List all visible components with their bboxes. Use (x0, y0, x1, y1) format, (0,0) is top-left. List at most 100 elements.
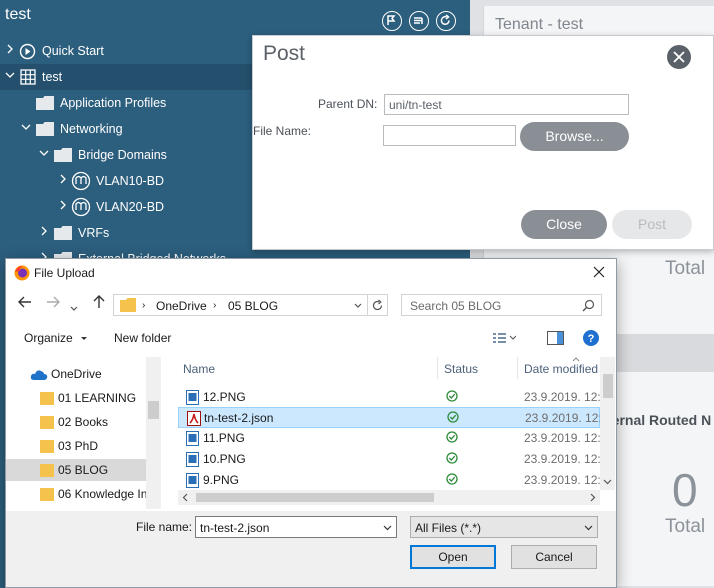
file-name: 12.PNG (203, 390, 246, 404)
column-header-name[interactable]: Name (183, 362, 215, 376)
post-button[interactable]: Post (612, 210, 692, 239)
chevron-down-icon (584, 525, 593, 531)
bridge-domain-icon (71, 171, 91, 191)
file-row[interactable]: 11.PNG 23.9.2019. 12:3 (178, 428, 607, 449)
file-date: 23.9.2019. 12:3 (525, 411, 609, 425)
svg-text:?: ? (588, 333, 595, 345)
folder-icon (40, 464, 54, 477)
folder-icon (40, 488, 54, 501)
tenant-grid-icon (20, 69, 36, 85)
folder-icon (120, 298, 136, 312)
post-dialog-title: Post (263, 42, 306, 65)
help-icon[interactable]: ? (583, 330, 599, 346)
address-bar[interactable]: › OneDrive › 05 BLOG (113, 294, 368, 316)
image-file-icon (186, 452, 199, 467)
file-name-input[interactable]: tn-test-2.json (195, 516, 397, 538)
cloud-icon (30, 370, 48, 380)
chevron-right-icon: › (142, 300, 146, 311)
tree-label: VLAN20-BD (96, 200, 165, 214)
image-file-icon (186, 431, 199, 446)
nav-item-onedrive[interactable]: OneDrive (6, 363, 146, 385)
hscrollbar-thumb[interactable] (196, 493, 434, 502)
tree-label: test (42, 70, 63, 84)
browse-button[interactable]: Browse... (520, 122, 629, 151)
scroll-down-icon[interactable] (603, 479, 612, 485)
column-divider[interactable] (437, 357, 438, 379)
breadcrumb-segment[interactable]: OneDrive (156, 299, 207, 313)
flag-icon[interactable] (382, 11, 402, 31)
file-row-selected[interactable]: tn-test-2.json 23.9.2019. 12:3 (178, 407, 608, 428)
nav-scrollbar-thumb[interactable] (148, 401, 159, 419)
column-header-status[interactable]: Status (444, 362, 478, 376)
parent-dn-label: Parent DN: (318, 97, 378, 111)
sync-ok-icon (447, 411, 459, 423)
close-icon[interactable] (667, 45, 691, 69)
firefox-icon (14, 265, 30, 281)
file-name: tn-test-2.json (204, 411, 274, 425)
list-icon[interactable] (409, 11, 429, 31)
chevron-right-icon: › (213, 300, 217, 311)
chevron-down-icon (81, 337, 88, 340)
column-header-date[interactable]: Date modified (524, 362, 598, 376)
folder-icon (54, 226, 72, 240)
image-file-icon (186, 390, 199, 405)
new-folder-button[interactable]: New folder (114, 331, 171, 345)
file-name: 11.PNG (203, 431, 245, 445)
refresh-icon (372, 299, 383, 311)
breadcrumb-segment[interactable]: 05 BLOG (228, 299, 278, 313)
nav-scrollbar[interactable] (146, 357, 161, 509)
preview-pane-icon[interactable] (547, 331, 564, 345)
open-button[interactable]: Open (410, 545, 496, 569)
folder-icon (40, 440, 54, 453)
nav-item-folder[interactable]: 01 LEARNING (6, 387, 146, 409)
file-type-select[interactable]: All Files (*.*) (410, 516, 598, 538)
nav-label: 06 Knowledge In (58, 487, 148, 501)
parent-dn-field[interactable] (384, 94, 629, 115)
file-date: 23.9.2019. 12:3 (524, 452, 608, 466)
nav-item-folder[interactable]: 02 Books (6, 411, 146, 433)
scroll-left-icon[interactable] (182, 493, 188, 502)
scroll-right-icon[interactable] (590, 493, 596, 502)
refresh-icon[interactable] (436, 11, 456, 31)
sort-chevron-icon (572, 357, 580, 362)
recent-dropdown-icon[interactable] (70, 299, 78, 316)
forward-arrow-icon[interactable] (46, 295, 60, 313)
close-button[interactable]: Close (521, 210, 607, 239)
cancel-button[interactable]: Cancel (511, 545, 597, 569)
external-routed-count: 0 (672, 464, 698, 516)
up-arrow-icon[interactable] (92, 295, 106, 313)
view-options-icon[interactable] (492, 332, 516, 344)
nav-item-folder-selected[interactable]: 05 BLOG (6, 459, 146, 481)
file-name-field[interactable] (383, 125, 516, 146)
sync-ok-icon (446, 473, 458, 485)
sync-ok-icon (446, 431, 458, 443)
nav-label: OneDrive (51, 367, 102, 381)
quick-start-icon (19, 43, 36, 60)
file-name-label: File name: (136, 520, 193, 534)
organize-menu[interactable]: Organize (24, 331, 88, 345)
chevron-down-icon[interactable] (383, 525, 392, 531)
folder-icon (54, 148, 72, 162)
refresh-button[interactable] (368, 294, 388, 316)
back-arrow-icon[interactable] (18, 295, 32, 313)
close-icon[interactable] (593, 266, 605, 278)
tenant-title: Tenant - test (495, 16, 584, 33)
nav-item-folder[interactable]: 06 Knowledge In (6, 483, 148, 505)
file-name-value: tn-test-2.json (200, 521, 270, 535)
nav-item-folder[interactable]: 03 PhD (6, 435, 146, 457)
file-upload-dialog: File Upload › OneDrive › 05 BLOG Search … (5, 258, 617, 588)
file-row[interactable]: 12.PNG 23.9.2019. 12:3 (178, 387, 607, 408)
vscrollbar-thumb[interactable] (603, 374, 613, 398)
column-divider[interactable] (517, 357, 518, 379)
chevron-down-icon[interactable] (354, 303, 362, 309)
search-placeholder: Search 05 BLOG (410, 299, 502, 313)
file-row[interactable]: 9.PNG 23.9.2019. 12:3 (178, 470, 607, 491)
tree-label: Bridge Domains (78, 148, 167, 162)
sync-ok-icon (446, 452, 458, 464)
file-row[interactable]: 10.PNG 23.9.2019. 12:3 (178, 449, 607, 470)
tree-label: Application Profiles (60, 96, 167, 110)
search-input[interactable]: Search 05 BLOG (401, 294, 602, 316)
sync-ok-icon (446, 390, 458, 402)
nav-label: 03 PhD (58, 439, 99, 453)
tree-label: VRFs (78, 226, 110, 240)
